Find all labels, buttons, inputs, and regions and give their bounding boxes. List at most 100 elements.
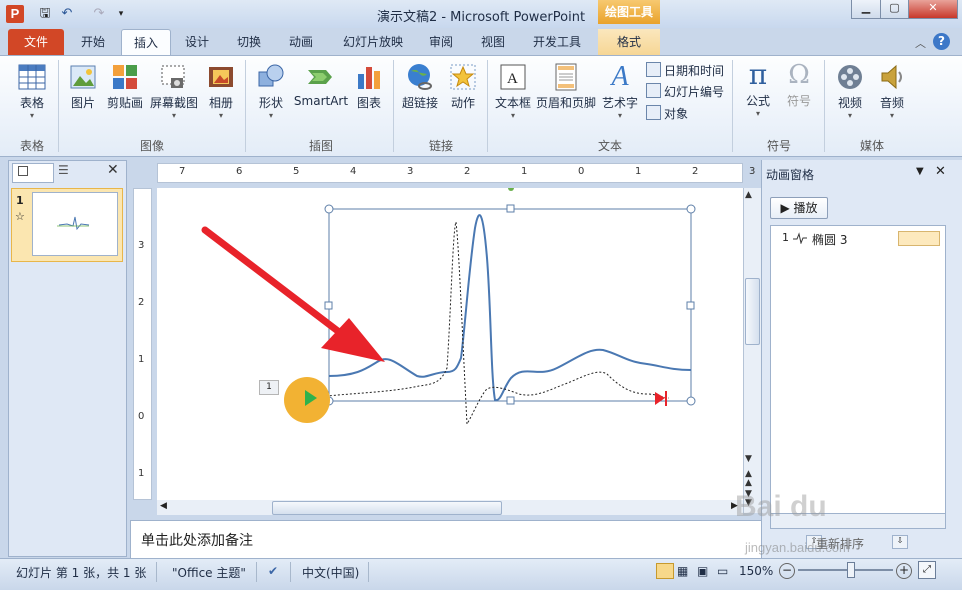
animation-timing-bar[interactable] (898, 231, 940, 246)
zoom-out-icon[interactable]: − (779, 563, 795, 579)
object-label: 对象 (664, 107, 689, 121)
chevron-down-icon: ▾ (218, 111, 223, 120)
minimize-button[interactable]: ▁ (851, 0, 881, 19)
theme-status[interactable]: "Office 主题" (172, 564, 246, 581)
spellcheck-icon[interactable]: ✔ (268, 564, 278, 578)
clipart-button[interactable]: 剪贴画 (104, 62, 146, 111)
hyperlink-button[interactable]: 超链接 (399, 62, 441, 111)
zoom-slider-thumb[interactable] (847, 562, 855, 578)
horizontal-scroll-thumb[interactable] (272, 501, 502, 515)
header-footer-icon (555, 63, 577, 91)
speaker-icon (881, 64, 902, 90)
animation-item-name[interactable]: 椭圆 3 (812, 231, 847, 248)
action-label: 动作 (450, 96, 475, 110)
zoom-level[interactable]: 150% (739, 564, 773, 578)
vertical-scrollbar[interactable] (743, 188, 761, 513)
object-icon (646, 105, 661, 120)
zoom-in-icon[interactable]: + (896, 563, 912, 579)
picture-button[interactable]: 图片 (64, 62, 102, 111)
close-panel-icon[interactable]: ✕ (107, 162, 119, 178)
shapes-label: 形状 (258, 96, 283, 110)
close-window-button[interactable]: ✕ (908, 0, 958, 19)
vertical-scroll-thumb[interactable] (745, 278, 760, 345)
ruler-tick-label: 3 (138, 240, 145, 251)
fit-to-window-icon[interactable]: ⤢ (918, 561, 936, 579)
ruler-tick-label: 1 (138, 354, 145, 365)
red-pointer-arrow (201, 226, 351, 342)
wordart-button[interactable]: A 艺术字 ▾ (600, 61, 640, 121)
ruler-tick-label: 4 (350, 166, 357, 177)
object-button[interactable]: 对象 (646, 105, 688, 122)
animation-order-tag[interactable]: 1 (259, 380, 279, 395)
group-symbols-label: 符号 (766, 139, 791, 153)
ruler-tick-label: 2 (464, 166, 471, 177)
album-button[interactable]: 相册 ▾ (204, 62, 238, 120)
slideshow-view-icon[interactable]: ▭ (717, 564, 728, 578)
scroll-up-icon[interactable]: ▲ (745, 190, 752, 200)
symbol-button[interactable]: Ω 符号 (782, 60, 816, 109)
tab-slideshow[interactable]: 幻灯片放映 (334, 29, 412, 55)
language-status[interactable]: 中文(中国) (302, 564, 359, 581)
group-links-label: 链接 (428, 139, 453, 153)
help-icon[interactable]: ? (933, 33, 950, 50)
tab-animations[interactable]: 动画 (280, 29, 322, 55)
video-button[interactable]: 视频 ▾ (832, 62, 868, 120)
rotate-handle[interactable] (508, 188, 514, 191)
collapse-ribbon-icon[interactable]: ︿ (915, 35, 926, 51)
ruler-tick-label: 5 (293, 166, 300, 177)
selection-handles[interactable] (324, 204, 696, 406)
header-footer-button[interactable]: 页眉和页脚 (535, 62, 597, 111)
move-down-icon[interactable]: ⇩ (892, 535, 908, 549)
chevron-down-icon: ▾ (889, 111, 894, 120)
tab-view[interactable]: 视图 (472, 29, 514, 55)
slide-sorter-view-icon[interactable]: ▦ (677, 564, 688, 578)
curve-shape[interactable] (328, 214, 692, 402)
scroll-down-icon[interactable]: ▼ (745, 454, 752, 464)
audio-button[interactable]: 音频 ▾ (874, 62, 910, 120)
slide-thumbnail[interactable] (32, 192, 118, 256)
screenshot-button[interactable]: 屏幕截图 ▾ (148, 62, 200, 120)
status-divider (156, 562, 157, 582)
group-divider (824, 60, 825, 152)
pi-icon: π (748, 58, 768, 91)
shapes-button[interactable]: 形状 ▾ (253, 62, 289, 120)
tab-review[interactable]: 审阅 (420, 29, 462, 55)
notes-placeholder[interactable]: 单击此处添加备注 (141, 530, 253, 550)
hyperlink-label: 超链接 (401, 96, 438, 110)
chart-button[interactable]: 图表 (352, 62, 386, 111)
animation-star-icon: ☆ (15, 210, 25, 223)
maximize-button[interactable]: ▢ (880, 0, 909, 19)
textbox-button[interactable]: A 文本框 ▾ (493, 62, 533, 120)
previous-slide-icon[interactable]: ▲ ▲ (745, 470, 752, 488)
scroll-left-icon[interactable]: ◀ (160, 501, 167, 511)
play-button[interactable]: ▶ 播放 (770, 197, 828, 219)
tab-developer[interactable]: 开发工具 (524, 29, 590, 55)
smartart-button[interactable]: SmartArt (293, 62, 349, 108)
close-pane-icon[interactable]: ✕ (935, 164, 946, 179)
wordart-icon: A (611, 61, 629, 92)
animation-list (770, 225, 946, 515)
table-button[interactable]: 表格 ▾ (12, 62, 52, 120)
baidu-watermark: Bai du (735, 490, 827, 523)
tab-home[interactable]: 开始 (72, 29, 114, 55)
group-text-label: 文本 (597, 139, 622, 153)
slide-number-button[interactable]: 幻灯片编号 (646, 83, 724, 100)
normal-view-icon[interactable] (656, 563, 674, 579)
tab-format[interactable]: 格式 (598, 29, 660, 55)
tab-file[interactable]: 文件 (8, 29, 64, 55)
reading-view-icon[interactable]: ▣ (697, 564, 708, 578)
omega-icon: Ω (788, 60, 810, 90)
pane-menu-icon[interactable]: ▼ (916, 166, 924, 177)
outline-view-icon[interactable]: ☰ (58, 163, 69, 177)
tab-insert[interactable]: 插入 (121, 29, 171, 56)
wordart-label: 艺术字 (601, 96, 638, 110)
play-icon: ▶ (780, 201, 790, 215)
slide-thumb-number: 1 (16, 194, 24, 207)
tab-design[interactable]: 设计 (176, 29, 218, 55)
equation-button[interactable]: π 公式 ▾ (740, 58, 776, 119)
datetime-button[interactable]: 日期和时间 (646, 62, 724, 79)
zoom-slider-track[interactable] (798, 569, 893, 571)
tab-transitions[interactable]: 切换 (228, 29, 270, 55)
ruler-tick-label: 7 (179, 166, 186, 177)
action-button[interactable]: 动作 (445, 62, 481, 111)
